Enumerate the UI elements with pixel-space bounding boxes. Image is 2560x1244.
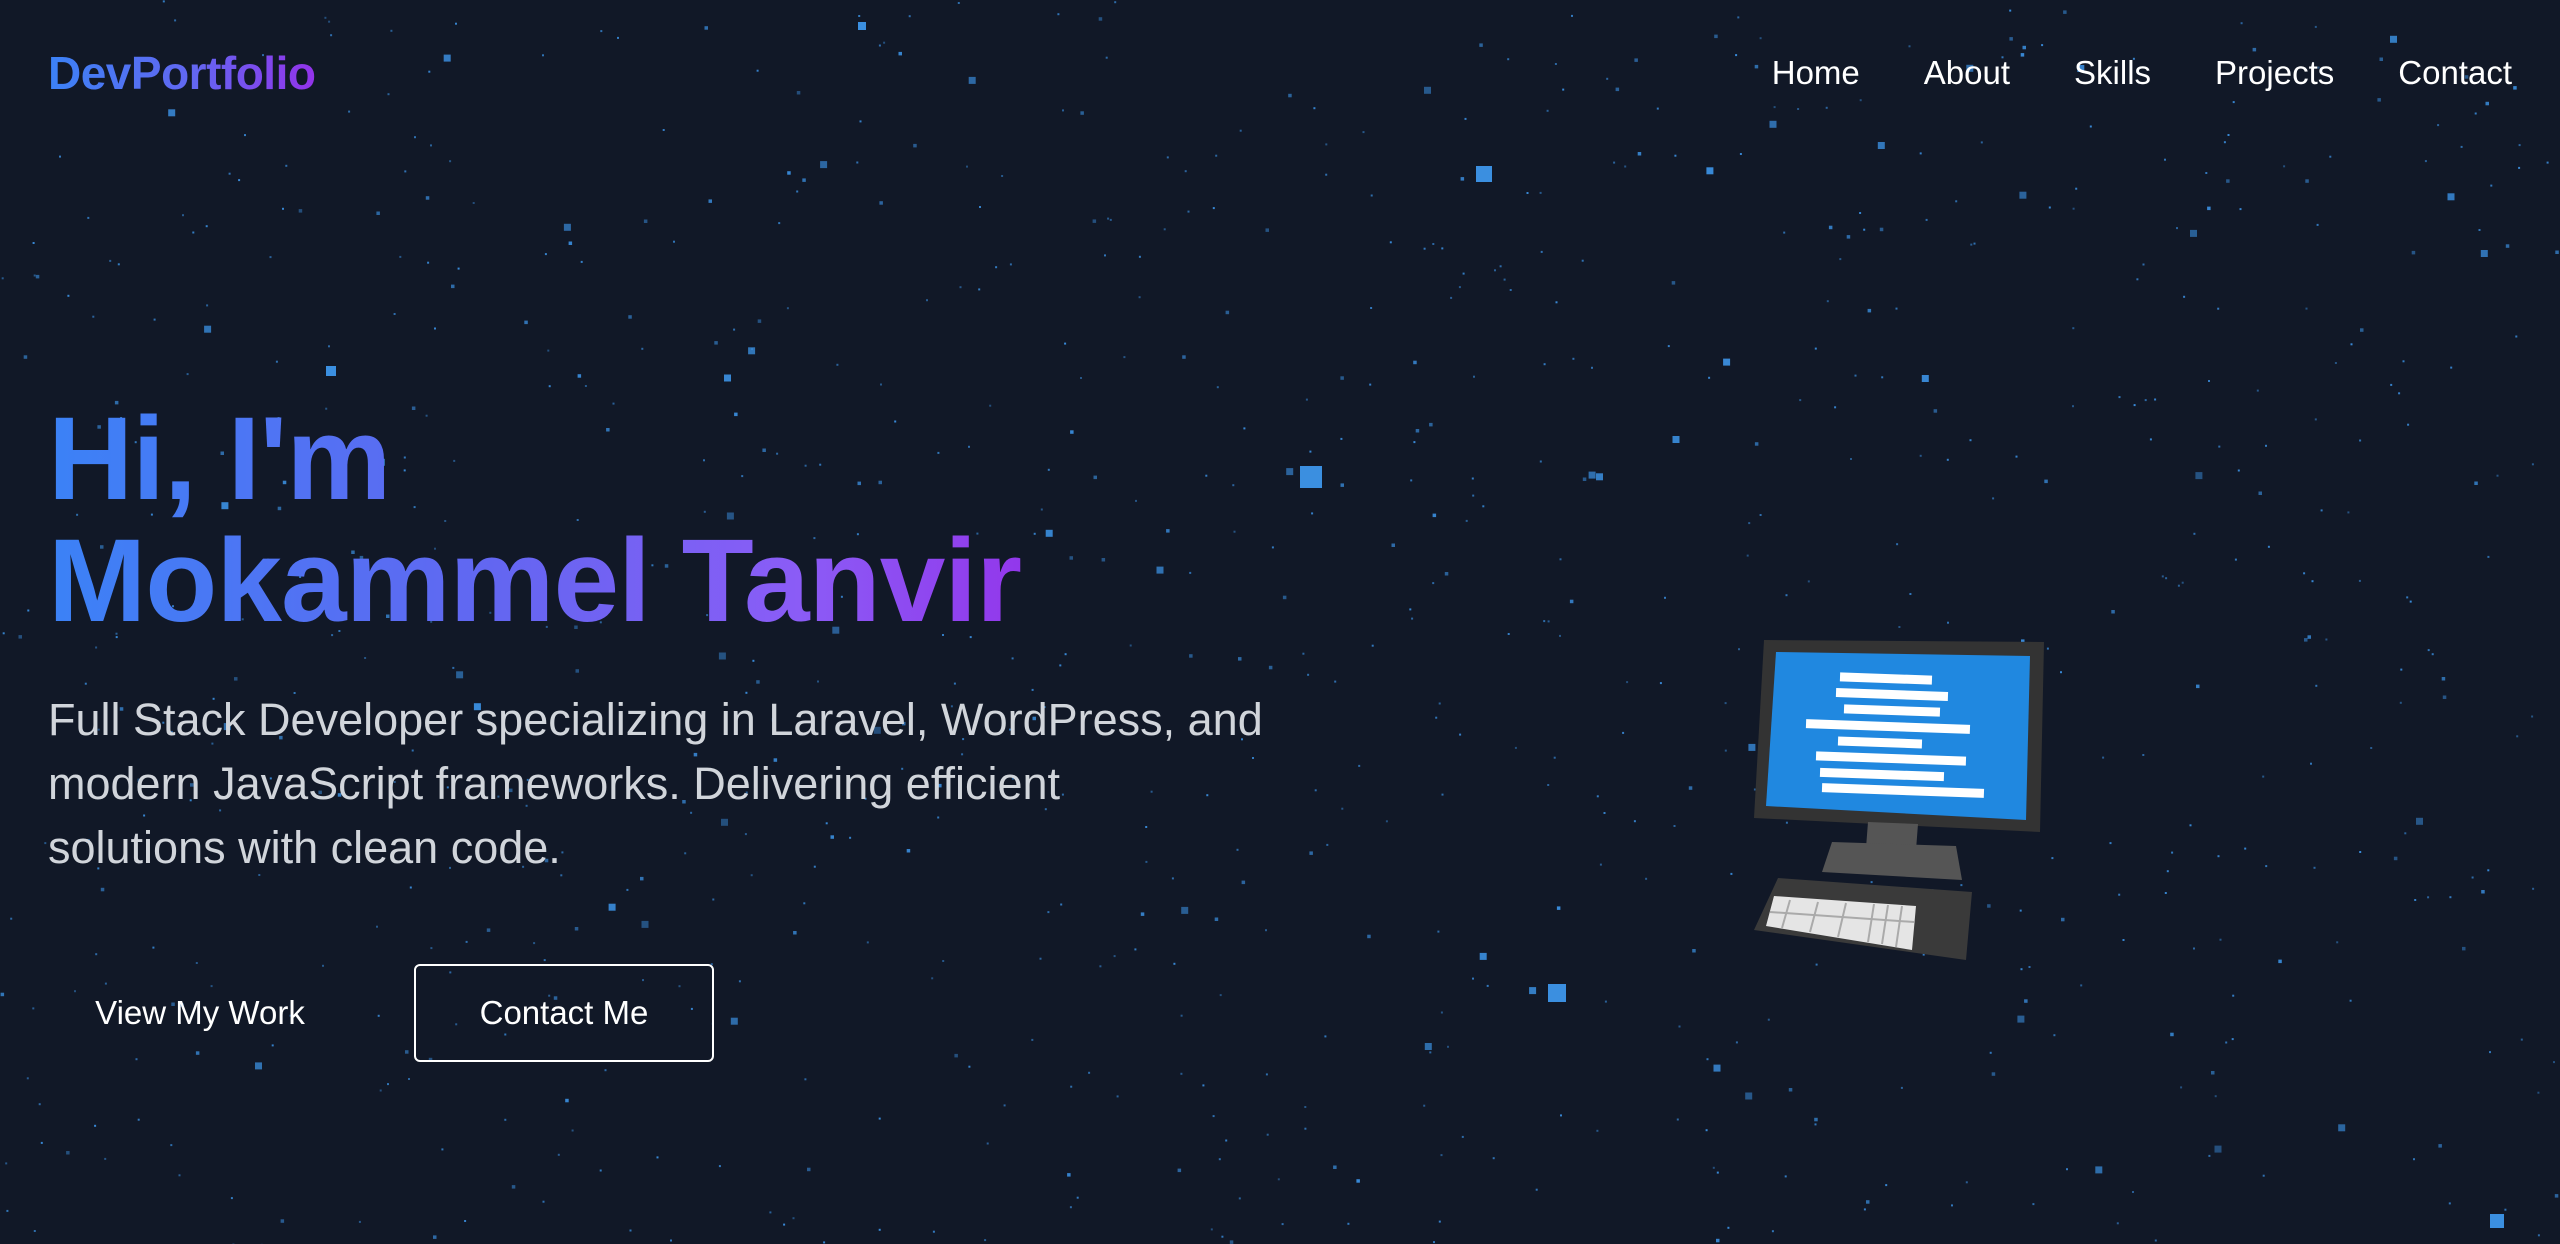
hero-greeting: Hi, I'm (48, 393, 391, 525)
page: DevPortfolio Home About Skills Projects … (0, 0, 2560, 1244)
nav-link-contact[interactable]: Contact (2398, 52, 2512, 94)
nav-link-home[interactable]: Home (1772, 52, 1860, 94)
hero-description-line: modern JavaScript frameworks. Delivering… (48, 758, 1061, 809)
nav-links: Home About Skills Projects Contact (1772, 52, 2512, 94)
hero-section: Hi, I'm Mokammel Tanvir Full Stack Devel… (48, 398, 1368, 880)
hero-description-line: solutions with clean code. (48, 822, 561, 873)
contact-me-button[interactable]: Contact Me (414, 964, 714, 1062)
hero-description-line: Full Stack Developer specializing in Lar… (48, 694, 1263, 745)
view-my-work-button[interactable]: View My Work (48, 964, 352, 1062)
hero-buttons: View My Work Contact Me (48, 964, 714, 1062)
nav-link-projects[interactable]: Projects (2215, 52, 2334, 94)
nav-link-skills[interactable]: Skills (2074, 52, 2151, 94)
hero-title: Hi, I'm Mokammel Tanvir (48, 398, 1048, 642)
desktop-computer-icon (1754, 640, 2044, 960)
site-logo[interactable]: DevPortfolio (48, 44, 316, 102)
hero-name: Mokammel Tanvir (48, 515, 1022, 647)
hero-description: Full Stack Developer specializing in Lar… (48, 688, 1348, 880)
nav-link-about[interactable]: About (1924, 52, 2010, 94)
navbar: DevPortfolio Home About Skills Projects … (0, 0, 2560, 146)
